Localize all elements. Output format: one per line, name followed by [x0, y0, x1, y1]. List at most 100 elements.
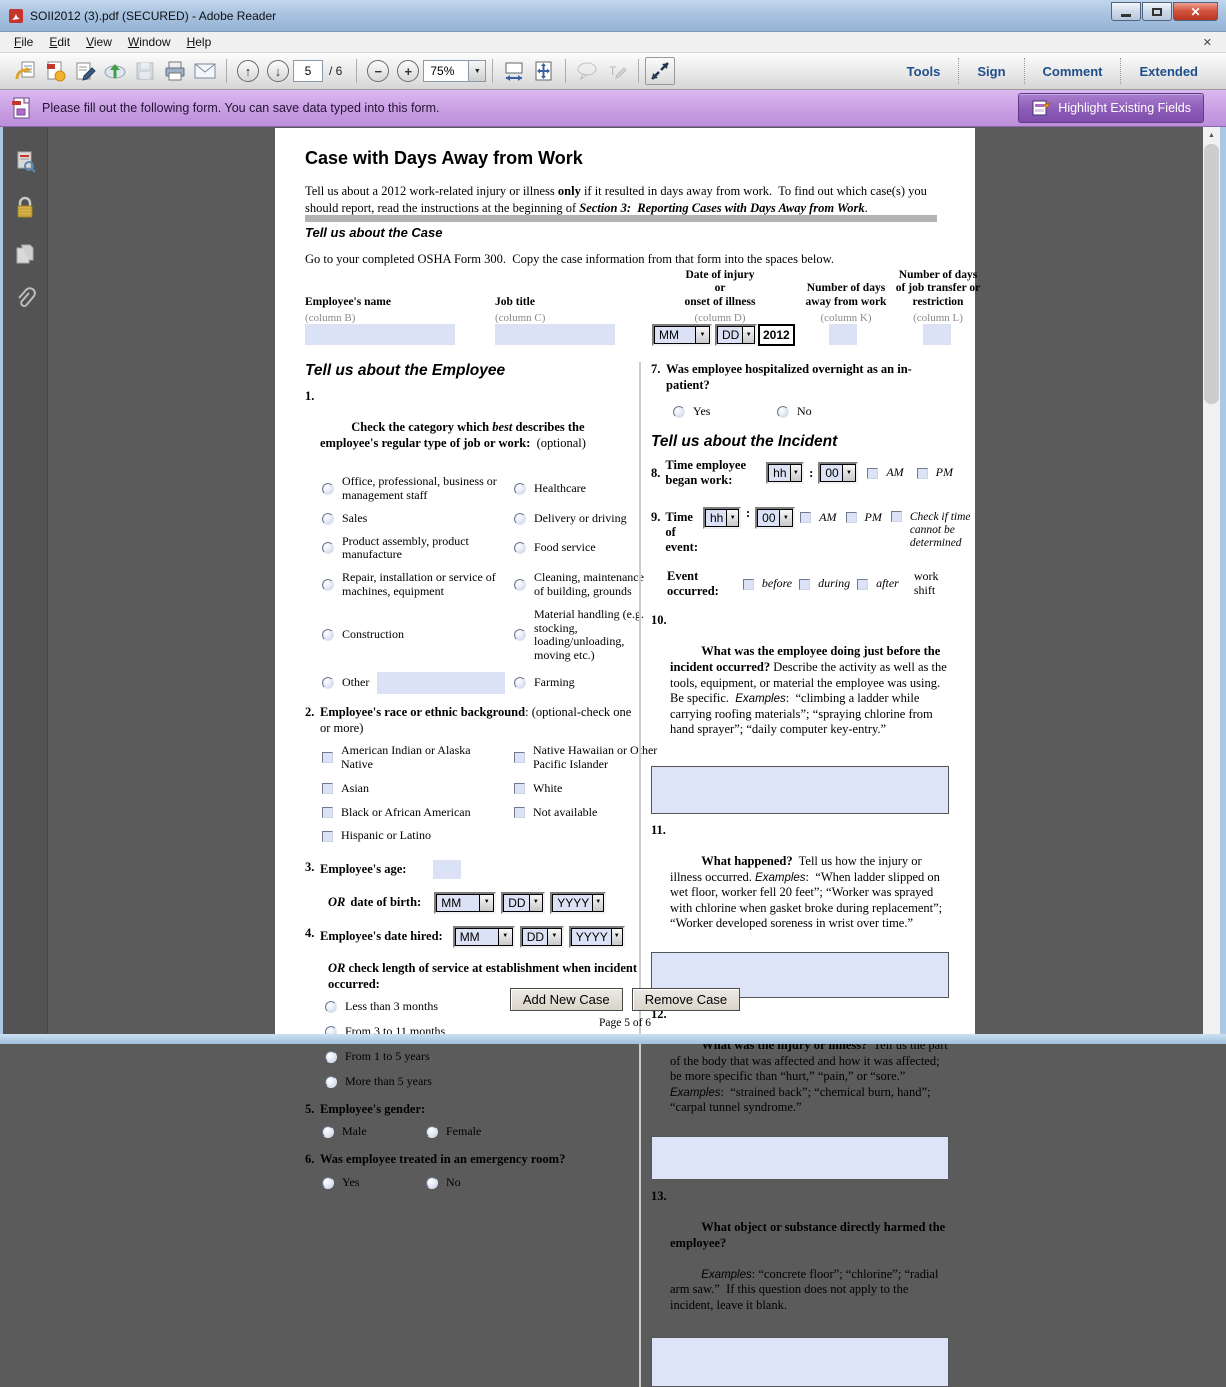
- employee-name-input[interactable]: [305, 324, 455, 345]
- radio-button[interactable]: [514, 677, 526, 689]
- radio-button[interactable]: [514, 513, 526, 525]
- other-category-input[interactable]: [377, 672, 505, 694]
- radio-option[interactable]: Food service: [514, 535, 654, 563]
- radio-option[interactable]: Cleaning, maintenance of building, groun…: [514, 571, 654, 599]
- checkbox-option-during[interactable]: during: [799, 577, 850, 591]
- chevron-down-icon[interactable]: ▼: [479, 895, 493, 911]
- checkbox[interactable]: [891, 511, 902, 522]
- radio-button[interactable]: [514, 542, 526, 554]
- scrollbar-thumb[interactable]: [1204, 144, 1219, 404]
- injury-month-dropdown[interactable]: MM▼: [652, 324, 712, 346]
- dob-day-dropdown[interactable]: DD▼: [501, 892, 545, 914]
- tab-extended[interactable]: Extended: [1121, 64, 1216, 79]
- chevron-down-icon[interactable]: ▼: [547, 929, 561, 945]
- q13-answer-textarea[interactable]: [651, 1337, 949, 1387]
- chevron-down-icon[interactable]: ▼: [842, 465, 856, 481]
- radio-button[interactable]: [514, 483, 526, 495]
- chevron-down-icon[interactable]: ▼: [592, 895, 603, 911]
- radio-option[interactable]: From 1 to 5 years: [325, 1050, 639, 1064]
- checkbox-option[interactable]: American Indian or Alaska Native: [322, 744, 514, 772]
- chevron-down-icon[interactable]: ▼: [726, 510, 738, 526]
- checkbox-option-after[interactable]: after: [857, 577, 899, 591]
- radio-option[interactable]: Construction: [322, 608, 514, 663]
- radio-button[interactable]: [322, 1126, 334, 1138]
- radio-option-female[interactable]: Female: [426, 1125, 516, 1139]
- remove-case-button[interactable]: Remove Case: [632, 988, 740, 1011]
- checkbox-option[interactable]: Native Hawaiian or Other Pacific Islande…: [514, 744, 673, 772]
- chevron-down-icon[interactable]: ▼: [611, 929, 622, 945]
- checkbox[interactable]: [743, 579, 754, 590]
- radio-button[interactable]: [514, 579, 526, 591]
- radio-option[interactable]: Sales: [322, 512, 514, 526]
- menu-file[interactable]: File: [6, 33, 41, 51]
- pages-button[interactable]: [11, 241, 39, 267]
- checkbox[interactable]: [514, 783, 525, 794]
- radio-button[interactable]: [322, 629, 334, 641]
- chevron-down-icon[interactable]: ▼: [779, 510, 793, 526]
- checkbox[interactable]: [322, 807, 333, 818]
- zoom-level-input[interactable]: [423, 60, 469, 82]
- radio-option-no[interactable]: No: [777, 405, 867, 419]
- checkbox-option-am[interactable]: AM: [800, 511, 836, 525]
- radio-option[interactable]: Healthcare: [514, 475, 654, 503]
- radio-option-no[interactable]: No: [426, 1176, 516, 1190]
- tab-comment[interactable]: Comment: [1025, 64, 1121, 79]
- save-button[interactable]: [130, 57, 160, 85]
- create-pdf-button[interactable]: [40, 57, 70, 85]
- radio-button[interactable]: [322, 513, 334, 525]
- reading-mode-button[interactable]: [645, 57, 675, 85]
- text-edit-button[interactable]: T: [602, 57, 632, 85]
- checkbox-option-pm[interactable]: PM: [917, 466, 953, 480]
- checkbox[interactable]: [799, 579, 810, 590]
- checkbox-option-undetermined[interactable]: Check if time cannot be determined: [891, 511, 972, 551]
- close-button[interactable]: ✕: [1173, 2, 1218, 21]
- checkbox[interactable]: [322, 752, 333, 763]
- radio-option[interactable]: Office, professional, business or manage…: [322, 475, 514, 503]
- menu-edit[interactable]: Edit: [41, 33, 78, 51]
- radio-option-male[interactable]: Male: [322, 1125, 412, 1139]
- began-minute-dropdown[interactable]: 00▼: [818, 462, 858, 484]
- days-transfer-input[interactable]: [923, 324, 951, 345]
- chevron-down-icon[interactable]: ▼: [498, 929, 512, 945]
- chevron-down-icon[interactable]: ▼: [529, 895, 543, 911]
- menu-window[interactable]: Window: [120, 33, 179, 51]
- checkbox[interactable]: [322, 783, 333, 794]
- radio-option[interactable]: More than 5 years: [325, 1075, 639, 1089]
- began-hour-dropdown[interactable]: hh▼: [766, 462, 804, 484]
- checkbox[interactable]: [867, 468, 878, 479]
- previous-page-button[interactable]: ↑: [233, 57, 263, 85]
- q12-answer-textarea[interactable]: [651, 1136, 949, 1180]
- employee-age-input[interactable]: [433, 860, 461, 879]
- maximize-button[interactable]: [1142, 2, 1172, 21]
- radio-button[interactable]: [777, 406, 789, 418]
- radio-button[interactable]: [322, 1177, 334, 1189]
- radio-option[interactable]: Product assembly, product manufacture: [322, 535, 514, 563]
- checkbox[interactable]: [322, 831, 333, 842]
- radio-button[interactable]: [325, 1076, 337, 1088]
- radio-option[interactable]: Farming: [514, 672, 654, 694]
- tab-sign[interactable]: Sign: [959, 64, 1023, 79]
- minimize-button[interactable]: [1111, 2, 1141, 21]
- fit-width-button[interactable]: [499, 57, 529, 85]
- menu-help[interactable]: Help: [179, 33, 220, 51]
- hired-day-dropdown[interactable]: DD▼: [520, 926, 564, 948]
- radio-button[interactable]: [325, 1051, 337, 1063]
- radio-option[interactable]: Material handling (e.g. stocking, loadin…: [514, 608, 654, 663]
- vertical-scrollbar[interactable]: ▲: [1203, 127, 1220, 1034]
- checkbox[interactable]: [917, 468, 928, 479]
- add-new-case-button[interactable]: Add New Case: [510, 988, 623, 1011]
- highlight-fields-button[interactable]: Highlight Existing Fields: [1018, 93, 1204, 123]
- event-hour-dropdown[interactable]: hh▼: [703, 507, 741, 529]
- radio-button[interactable]: [426, 1126, 438, 1138]
- sign-document-button[interactable]: [70, 57, 100, 85]
- dob-year-dropdown[interactable]: YYYY▼: [550, 892, 606, 914]
- checkbox-option-am[interactable]: AM: [867, 466, 903, 480]
- page-thumbnails-button[interactable]: [11, 149, 39, 175]
- checkbox-option[interactable]: Not available: [514, 806, 673, 820]
- days-away-input[interactable]: [829, 324, 857, 345]
- chevron-down-icon[interactable]: ▼: [695, 327, 709, 343]
- q10-answer-textarea[interactable]: [651, 766, 949, 814]
- attachments-button[interactable]: [11, 287, 39, 313]
- radio-button[interactable]: [322, 542, 334, 554]
- radio-button[interactable]: [322, 483, 334, 495]
